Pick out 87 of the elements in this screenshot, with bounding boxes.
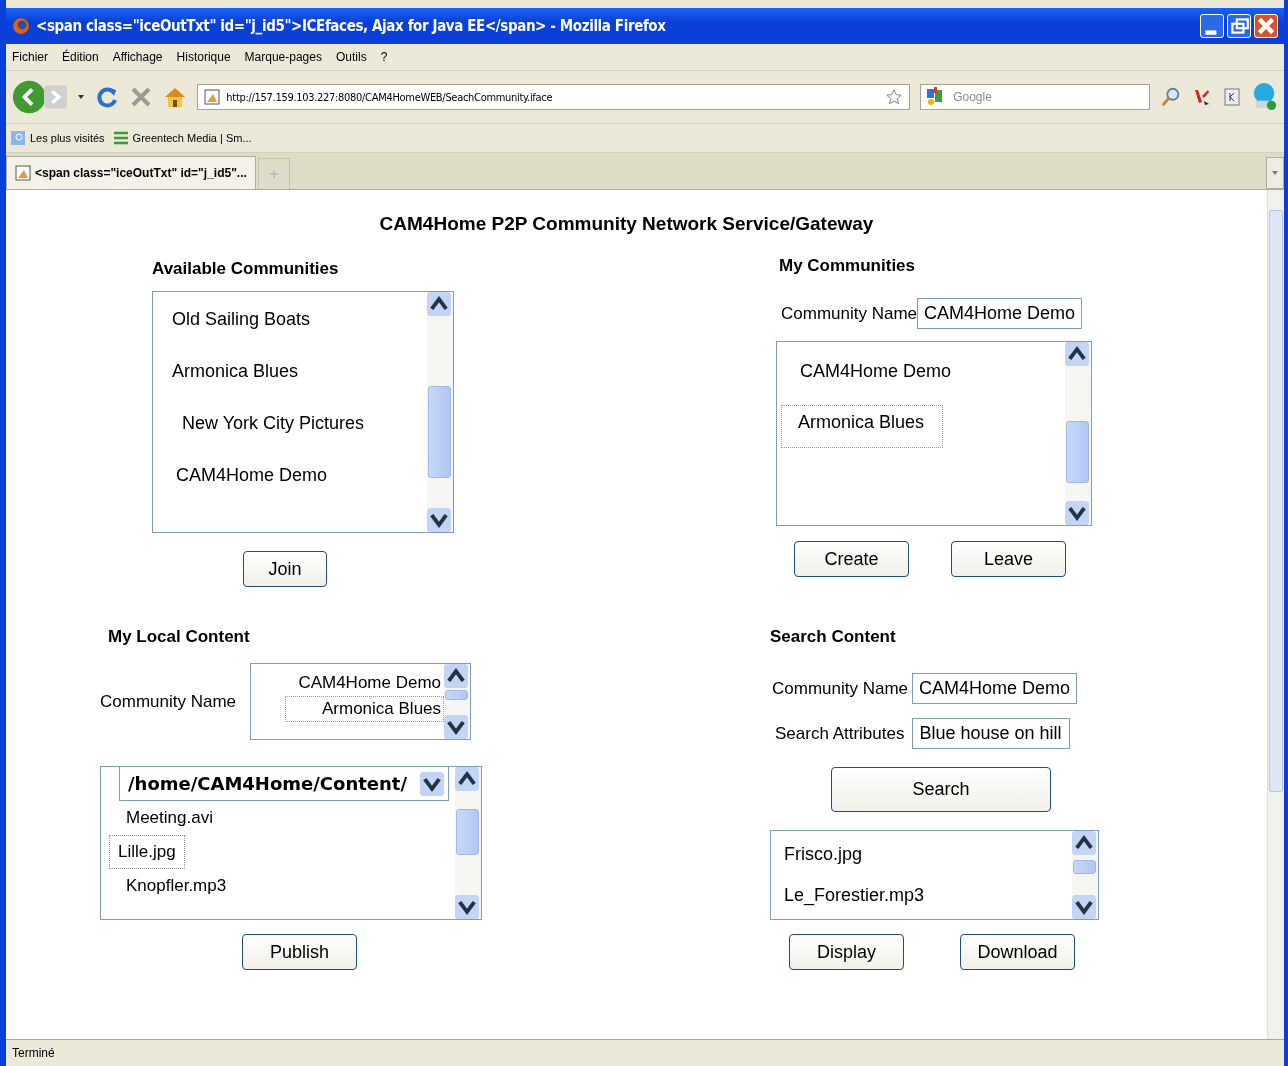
scroll-up-icon[interactable] (1072, 831, 1096, 855)
section-title: Available Communities (152, 259, 340, 279)
scroll-up-icon[interactable] (427, 292, 451, 316)
scroll-thumb[interactable] (445, 690, 469, 700)
list-item[interactable]: CAM4Home Demo (795, 356, 957, 387)
community-name-field[interactable]: CAM4Home Demo (912, 673, 1078, 704)
menu-item[interactable]: Historique (176, 50, 231, 64)
window-title: <span class="iceOutTxt" id="j_id5">ICEfaces, Ajax for Java EE</span> - Mozilla Firefox (36, 17, 667, 35)
list-item[interactable]: Old Sailing Boats (167, 304, 316, 335)
results-list[interactable]: Frisco.jpg Le_Forestier.mp3 (770, 830, 1099, 920)
back-icon[interactable] (12, 79, 47, 115)
scroll-down-icon[interactable] (427, 508, 451, 532)
scroll-down-icon[interactable] (455, 895, 479, 919)
menu-item[interactable]: Outils (335, 50, 367, 64)
search-attributes-field[interactable]: Blue house on hill (912, 718, 1071, 749)
bookmark-folder-icon[interactable] (10, 130, 26, 146)
restore-icon[interactable] (1227, 14, 1251, 38)
scroll-down-icon[interactable] (1065, 501, 1089, 525)
reload-icon[interactable] (95, 85, 120, 109)
list-item[interactable]: Armonica Blues (167, 356, 304, 387)
menu-item[interactable]: Affichage (112, 50, 163, 64)
browser-logo-icon (12, 17, 30, 35)
page-scroll-thumb[interactable] (1269, 210, 1283, 792)
list-item[interactable]: CAM4Home Demo (171, 460, 333, 491)
file-item[interactable]: Lille.jpg (109, 835, 185, 869)
search-icon[interactable] (1160, 86, 1182, 108)
section-title: My Communities (779, 256, 917, 276)
create-button[interactable]: Create (794, 541, 909, 577)
scroll-thumb[interactable] (456, 809, 479, 855)
placeholder-text: Google (953, 90, 992, 104)
menu-item[interactable]: ? (380, 50, 388, 64)
field-label: Community Name (781, 303, 918, 324)
search-button[interactable]: Search (831, 767, 1051, 812)
browser-tab[interactable]: <span class="iceOutTxt" id="j_id5"... (6, 156, 256, 189)
list-item[interactable]: CAM4Home Demo (261, 670, 445, 696)
close-icon[interactable] (1254, 14, 1278, 38)
file-item[interactable]: Knopfler.mp3 (121, 871, 232, 901)
scroll-thumb[interactable] (428, 386, 451, 478)
community-name-field[interactable]: CAM4Home Demo (917, 298, 1083, 329)
dropdown-icon[interactable] (77, 93, 86, 101)
list-item[interactable]: Frisco.jpg (779, 839, 868, 870)
community-list[interactable]: CAM4Home Demo Armonica Blues (250, 663, 472, 740)
section-title: My Local Content (108, 627, 251, 647)
download-button[interactable]: Download (960, 934, 1075, 970)
scroll-up-icon[interactable] (455, 767, 479, 791)
antivirus-icon[interactable] (1192, 87, 1212, 107)
menu-item[interactable]: Édition (62, 50, 99, 64)
dropdown-icon[interactable] (420, 771, 444, 796)
address-bar[interactable]: http://157.159.103.227:8080/CAM4HomeWEB/SeachCommunity.iface (197, 84, 911, 110)
scroll-thumb[interactable] (1066, 421, 1089, 483)
scroll-up-icon[interactable] (444, 664, 469, 688)
scroll-down-icon[interactable] (444, 715, 469, 739)
page-icon (15, 165, 31, 181)
bookmark-item[interactable]: Greentech Media | Sm... (132, 132, 252, 144)
list-item[interactable]: New York City Pictures (177, 408, 370, 439)
menu-item[interactable]: Marque-pages (244, 50, 322, 64)
field-label: Community Name (100, 691, 237, 712)
list-item[interactable]: Armonica Blues (781, 405, 944, 448)
list-item[interactable]: Le_Forestier.mp3 (779, 880, 930, 911)
community-list[interactable]: Old Sailing Boats Armonica Blues New York City Pictures CAM4Home Demo (152, 291, 454, 533)
community-list[interactable]: CAM4Home Demo Armonica Blues (776, 341, 1092, 526)
page-heading: CAM4Home P2P Community Network Service/Gateway (378, 213, 875, 235)
section-title: Search Content (770, 627, 897, 647)
chat-icon[interactable] (1252, 82, 1278, 112)
feed-icon[interactable] (112, 130, 129, 146)
file-list[interactable]: /home/CAM4Home/Content/ Meeting.avi Lille.jpg Knopfler.mp3 (100, 766, 482, 920)
bookmark-item[interactable]: Les plus visités (30, 132, 105, 144)
file-item[interactable]: Meeting.avi (121, 803, 218, 833)
folder-dropdown[interactable]: /home/CAM4Home/Content/ (119, 767, 449, 801)
field-label: Search Attributes (775, 723, 905, 744)
field-label: Community Name (772, 678, 909, 699)
join-button[interactable]: Join (243, 551, 327, 587)
page-icon (204, 89, 221, 105)
status-text: Terminé (6, 1039, 1284, 1066)
url-text: http://157.159.103.227:8080/CAM4HomeWEB/SeachCommunity.iface (226, 90, 554, 104)
leave-button[interactable]: Leave (951, 541, 1066, 577)
search-field[interactable]: Google (920, 84, 1150, 110)
minimize-icon[interactable] (1200, 14, 1224, 38)
scroll-thumb[interactable] (1073, 860, 1096, 874)
star-icon[interactable] (885, 88, 904, 106)
publish-button[interactable]: Publish (242, 934, 357, 970)
caret-icon[interactable] (1271, 169, 1279, 177)
scroll-up-icon[interactable] (1065, 342, 1089, 366)
keyboard-key-icon[interactable] (1222, 87, 1242, 107)
display-button[interactable]: Display (789, 934, 904, 970)
menu-item[interactable]: Fichier (12, 50, 48, 64)
scroll-down-icon[interactable] (1072, 895, 1096, 919)
